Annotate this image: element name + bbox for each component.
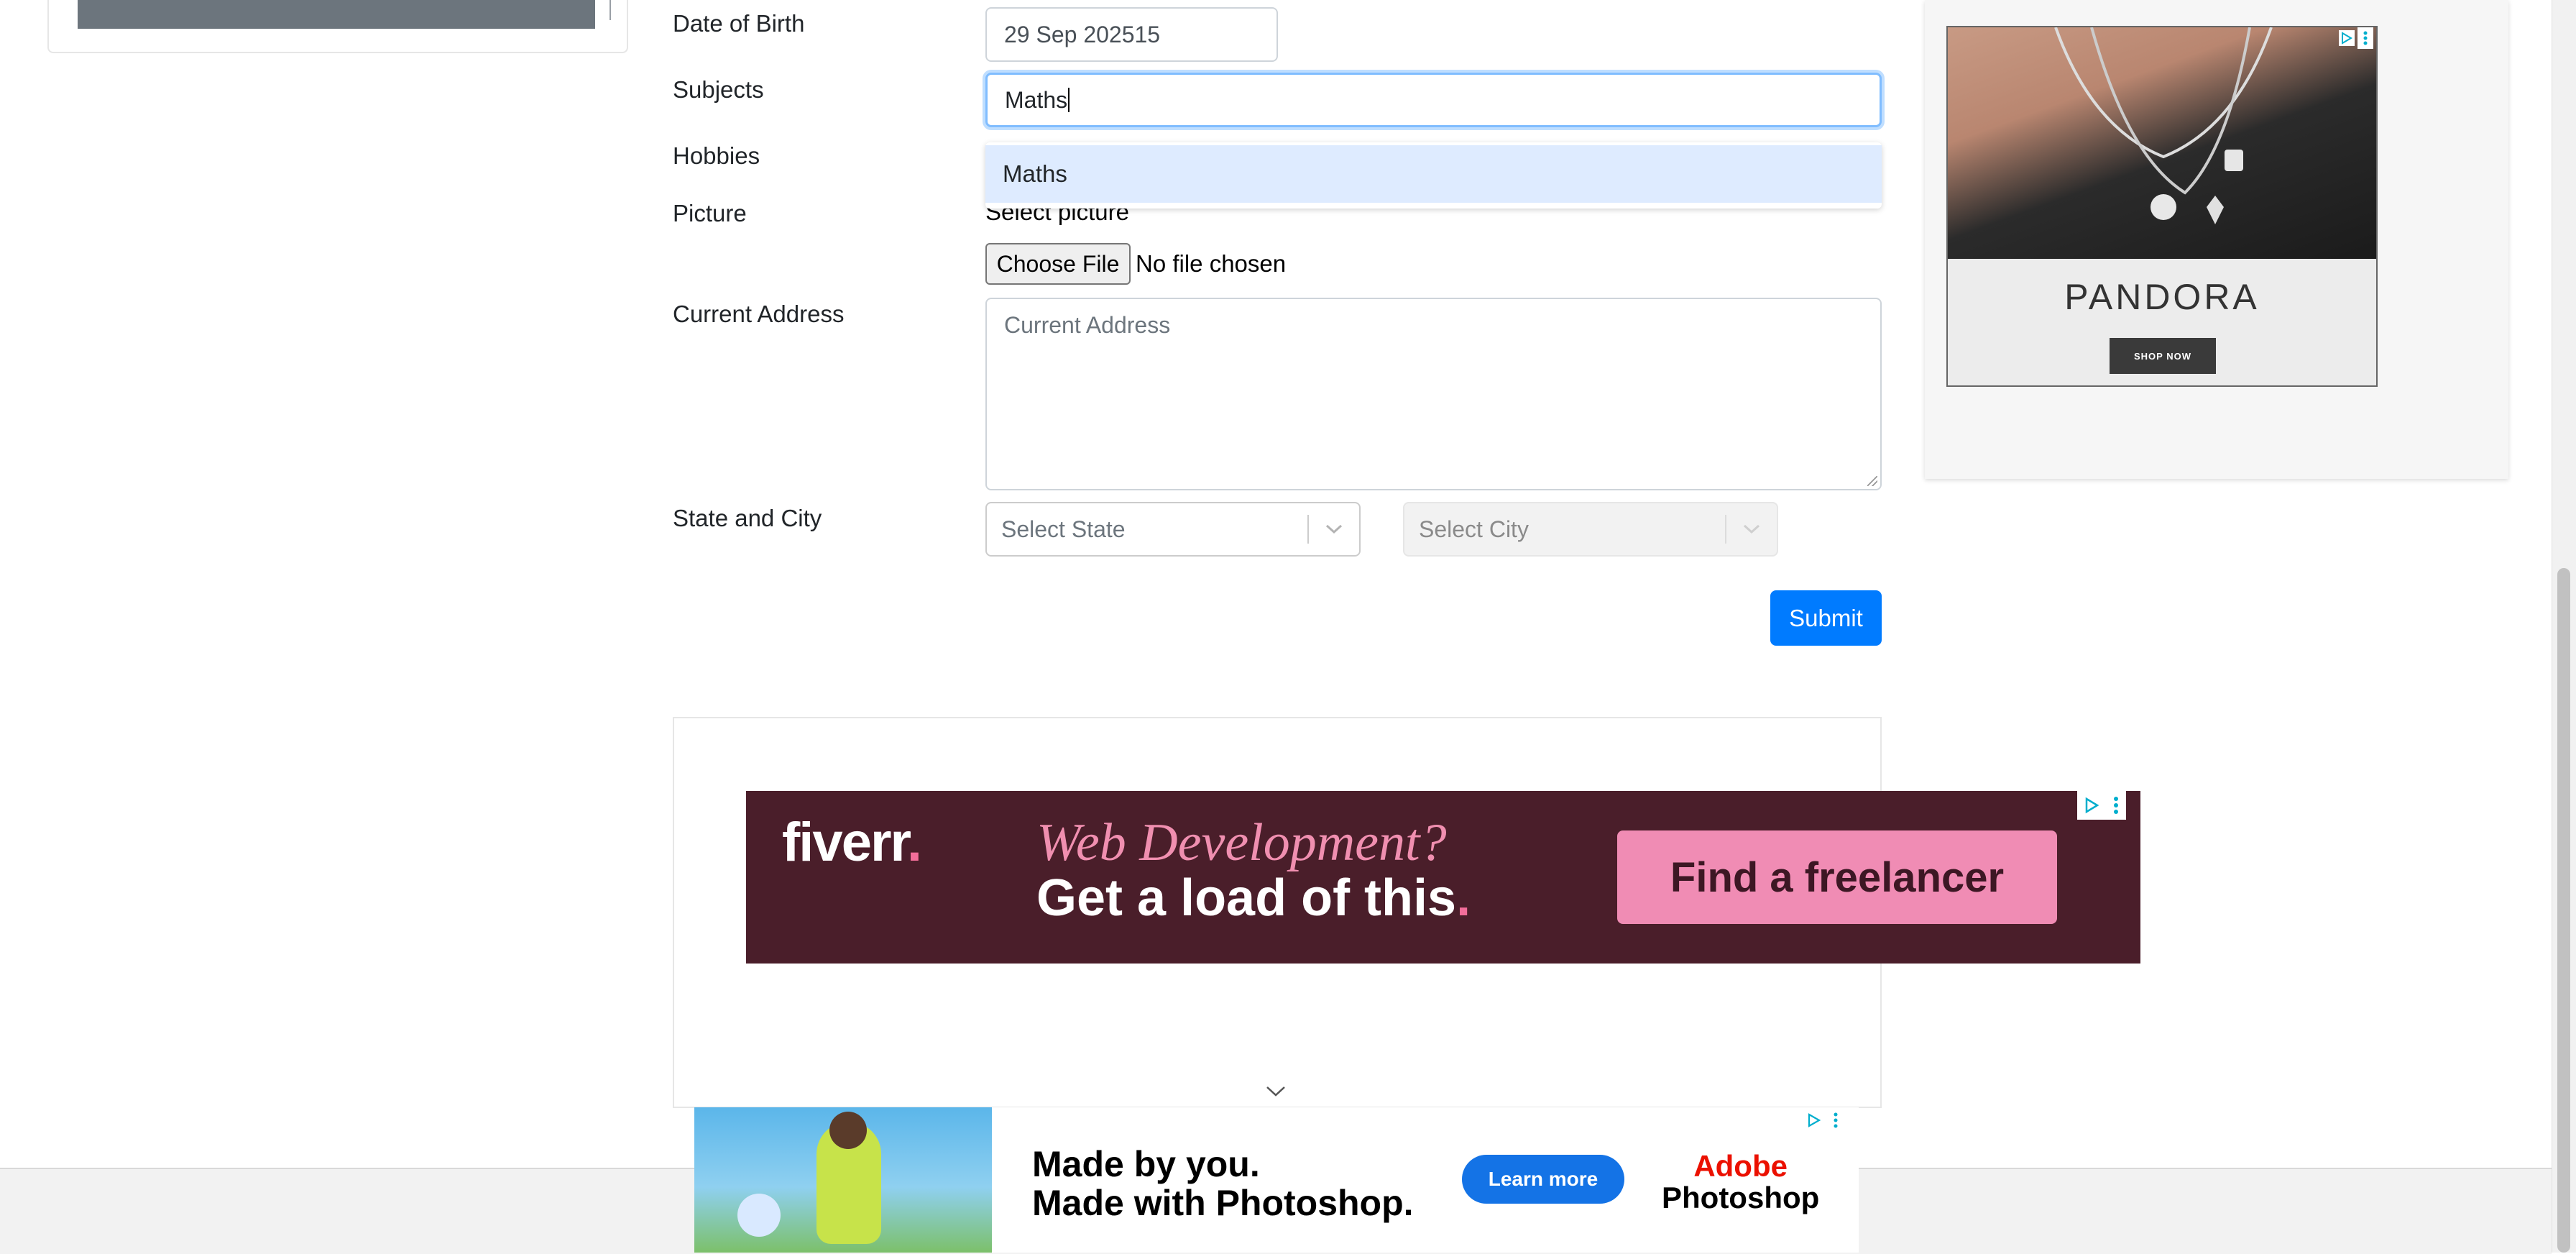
learn-more-button[interactable]: Learn more bbox=[1462, 1155, 1624, 1204]
dob-input[interactable]: 29 Sep 202515 bbox=[985, 7, 1278, 62]
photoshop-ad-image bbox=[694, 1107, 992, 1253]
adobe-photoshop-logo: Adobe Photoshop bbox=[1662, 1149, 1820, 1214]
sidebar-active-item[interactable] bbox=[78, 0, 611, 29]
pandora-logo: PANDORA bbox=[2064, 277, 2260, 317]
chevron-down-icon[interactable] bbox=[1265, 1084, 1287, 1102]
city-placeholder: Select City bbox=[1419, 516, 1529, 542]
resize-grip-icon[interactable] bbox=[1867, 476, 1877, 486]
subjects-value: Maths bbox=[1005, 86, 1068, 113]
adchoices[interactable] bbox=[2336, 27, 2373, 49]
adchoices[interactable] bbox=[2077, 791, 2126, 820]
photoshop-ad[interactable]: Made by you. Made with Photoshop. Learn … bbox=[694, 1107, 1859, 1253]
dob-value: 29 Sep 202515 bbox=[1004, 21, 1161, 47]
more-vert-icon[interactable] bbox=[2358, 27, 2373, 49]
find-freelancer-button[interactable]: Find a freelancer bbox=[1617, 830, 2057, 924]
fiverr-ad-banner[interactable]: fiverr. Web Development? Get a load of t… bbox=[746, 791, 2140, 964]
picture-label: Picture bbox=[673, 200, 747, 226]
subjects-label: Subjects bbox=[673, 76, 764, 103]
subjects-dropdown: Maths bbox=[985, 142, 1882, 209]
ad-figure-head bbox=[829, 1112, 867, 1149]
scrollbar-thumb[interactable] bbox=[2557, 568, 2570, 1253]
pandora-ad[interactable]: PANDORA SHOP NOW bbox=[1946, 26, 2378, 387]
text-caret bbox=[1068, 88, 1070, 112]
chevron-down-icon[interactable] bbox=[1309, 523, 1359, 535]
adchoices[interactable] bbox=[1801, 1107, 1844, 1133]
subjects-option-maths[interactable]: Maths bbox=[985, 145, 1882, 203]
hobbies-label: Hobbies bbox=[673, 142, 760, 169]
shop-now-button[interactable]: SHOP NOW bbox=[2110, 338, 2216, 374]
adchoices-icon[interactable] bbox=[1801, 1107, 1827, 1133]
adchoices-icon[interactable] bbox=[2336, 27, 2358, 49]
adchoices-icon[interactable] bbox=[2077, 791, 2106, 820]
address-placeholder: Current Address bbox=[1004, 312, 1171, 338]
fiverr-headline: Web Development? bbox=[1036, 813, 1447, 872]
subjects-input[interactable]: Maths bbox=[985, 73, 1882, 127]
submit-button[interactable]: Submit bbox=[1770, 590, 1882, 646]
fiverr-logo: fiverr. bbox=[782, 812, 922, 873]
more-vert-icon[interactable] bbox=[2106, 791, 2126, 820]
state-select[interactable]: Select State bbox=[985, 502, 1361, 557]
chevron-down-icon[interactable] bbox=[1726, 523, 1777, 535]
sidebar-divider bbox=[610, 0, 611, 20]
choose-file-button[interactable]: Choose File bbox=[985, 243, 1131, 285]
photoshop-headline: Made by you. Made with Photoshop. bbox=[1032, 1144, 1414, 1223]
more-vert-icon[interactable] bbox=[1827, 1107, 1844, 1133]
state-placeholder: Select State bbox=[1001, 516, 1126, 542]
jewelry-photo bbox=[1948, 27, 2376, 259]
no-file-text: No file chosen bbox=[1136, 250, 1287, 277]
dob-label: Date of Birth bbox=[673, 10, 805, 37]
fiverr-subline: Get a load of this. bbox=[1036, 869, 1471, 927]
city-select[interactable]: Select City bbox=[1403, 502, 1778, 557]
current-address-textarea[interactable]: Current Address bbox=[985, 298, 1882, 490]
state-city-label: State and City bbox=[673, 505, 822, 531]
address-label: Current Address bbox=[673, 301, 845, 327]
ad-flower bbox=[737, 1194, 781, 1237]
